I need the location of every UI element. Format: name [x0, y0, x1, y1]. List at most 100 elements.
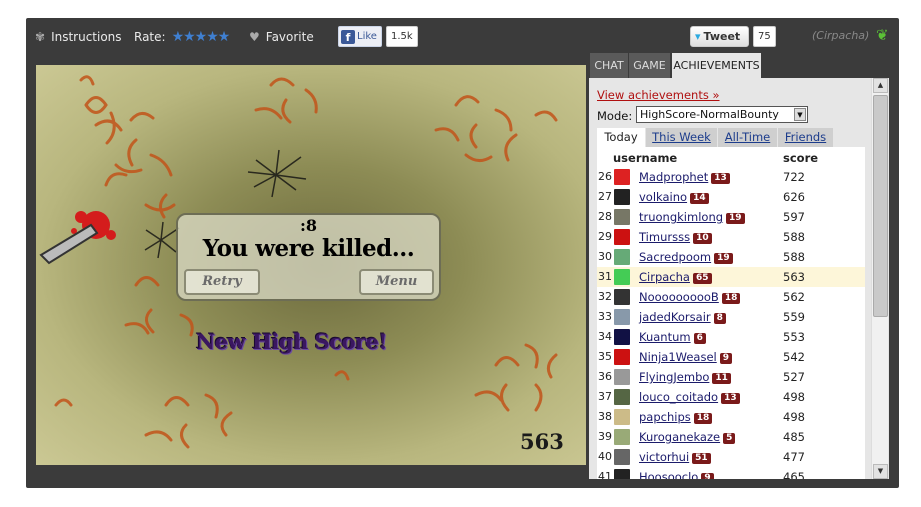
row-score: 588	[783, 250, 805, 264]
row-username-link[interactable]: jadedKorsair 8	[639, 310, 726, 324]
table-row: 26 Madprophet 13 722	[597, 167, 865, 187]
row-username-link[interactable]: Kuroganekaze 5	[639, 430, 736, 444]
row-username-link[interactable]: FlyingJembo 11	[639, 370, 731, 384]
level-badge: 51	[692, 453, 711, 464]
scroll-up-arrow-icon[interactable]: ▲	[873, 78, 888, 93]
avatar[interactable]	[614, 289, 630, 305]
row-username-link[interactable]: Cirpacha 65	[639, 270, 712, 284]
row-username-link[interactable]: volkaino 14	[639, 190, 709, 204]
score-display: 563	[520, 429, 564, 454]
avatar[interactable]	[614, 249, 630, 265]
row-username-link[interactable]: papchips 18	[639, 410, 713, 424]
tweet-button[interactable]: ▾ Tweet	[690, 26, 749, 47]
mode-select[interactable]: HighScore-NormalBounty ▼	[636, 106, 808, 123]
avatar[interactable]	[614, 469, 630, 479]
row-username-link[interactable]: Ninja1Weasel 9	[639, 350, 732, 364]
rate-label: Rate:	[134, 30, 166, 44]
leaderboard-tab-today[interactable]: Today	[597, 128, 645, 147]
instructions-icon: ✾	[35, 30, 46, 44]
avatar[interactable]	[614, 329, 630, 345]
heart-icon: ♥	[249, 30, 260, 44]
level-badge: 8	[713, 313, 726, 324]
avatar[interactable]	[614, 269, 630, 285]
row-username: Hoosooclo	[639, 470, 699, 479]
chevron-down-icon[interactable]: ▼	[794, 108, 806, 121]
tweet-count: 75	[753, 26, 776, 47]
menu-button[interactable]: Menu	[359, 269, 434, 295]
avatar[interactable]	[614, 449, 630, 465]
row-rank: 41	[598, 470, 612, 479]
tab-chat[interactable]: CHAT	[590, 53, 628, 78]
leaderboard-tab-this-week[interactable]: This Week	[646, 128, 717, 147]
dialog-counter: :8	[299, 216, 318, 235]
favorite-button[interactable]: ♥ Favorite	[249, 29, 314, 45]
avatar[interactable]	[614, 349, 630, 365]
avatar[interactable]	[614, 389, 630, 405]
avatar[interactable]	[614, 409, 630, 425]
view-achievements-link[interactable]: View achievements »	[597, 88, 720, 102]
row-score: 626	[783, 190, 805, 204]
rating-stars[interactable]: ★★★★★	[172, 29, 231, 45]
row-username-link[interactable]: NoooooooooB 18	[639, 290, 741, 304]
row-score: 465	[783, 470, 805, 479]
row-rank: 30	[598, 250, 612, 263]
row-username-link[interactable]: Timursss 10	[639, 230, 712, 244]
row-username-link[interactable]: Sacredpoom 19	[639, 250, 733, 264]
game-canvas[interactable]: :8 You were killed... Retry Menu New Hig…	[36, 65, 586, 465]
row-score: 498	[783, 410, 805, 424]
death-dialog: :8 You were killed... Retry Menu	[176, 213, 441, 301]
row-username: victorhui	[639, 450, 690, 464]
table-row: 28 truongkimlong 19 597	[597, 207, 865, 227]
row-rank: 32	[598, 290, 612, 303]
row-rank: 34	[598, 330, 612, 343]
row-username-link[interactable]: victorhui 51	[639, 450, 711, 464]
avatar[interactable]	[614, 309, 630, 325]
tab-achievements[interactable]: ACHIEVEMENTS	[672, 53, 761, 78]
leaderboard-tab-all-time[interactable]: All-Time	[718, 128, 777, 147]
row-username-link[interactable]: Madprophet 13	[639, 170, 730, 184]
row-username: Cirpacha	[639, 270, 690, 284]
tab-game[interactable]: GAME	[629, 53, 670, 78]
level-badge: 5	[723, 433, 736, 444]
rating-widget[interactable]: Rate: ★★★★★	[134, 29, 231, 45]
level-badge: 6	[693, 333, 706, 344]
row-username-link[interactable]: louco_coitado 13	[639, 390, 740, 404]
scrollbar-thumb[interactable]	[873, 95, 888, 317]
scroll-down-arrow-icon[interactable]: ▼	[873, 464, 888, 479]
row-username-link[interactable]: Kuantum 6	[639, 330, 706, 344]
row-score: 722	[783, 170, 805, 184]
avatar[interactable]	[614, 209, 630, 225]
current-user-name[interactable]: (Cirpacha)	[812, 29, 869, 42]
table-row: 33 jadedKorsair 8 559	[597, 307, 865, 327]
row-score: 559	[783, 310, 805, 324]
leaderboard-tab-friends[interactable]: Friends	[778, 128, 833, 147]
row-score: 498	[783, 390, 805, 404]
fb-like-label: Like	[357, 31, 377, 42]
level-badge: 9	[719, 353, 732, 364]
row-score: 477	[783, 450, 805, 464]
instructions-label: Instructions	[51, 30, 122, 44]
table-row: 35 Ninja1Weasel 9 542	[597, 347, 865, 367]
panel-scrollbar[interactable]: ▲ ▼	[871, 78, 888, 479]
row-username-link[interactable]: Hoosooclo 9	[639, 470, 714, 479]
avatar[interactable]	[614, 169, 630, 185]
level-badge: 14	[690, 193, 709, 204]
leaf-icon: ❦	[876, 26, 889, 44]
avatar[interactable]	[614, 229, 630, 245]
mode-label: Mode:	[597, 109, 633, 123]
avatar[interactable]	[614, 189, 630, 205]
avatar[interactable]	[614, 429, 630, 445]
row-username-link[interactable]: truongkimlong 19	[639, 210, 745, 224]
facebook-like-button[interactable]: f Like	[338, 26, 382, 47]
leaderboard-table: username score 26 Madprophet 13 722 27 volkai…	[597, 147, 865, 479]
row-rank: 26	[598, 170, 612, 183]
avatar[interactable]	[614, 369, 630, 385]
row-username: papchips	[639, 410, 691, 424]
instructions-link[interactable]: ✾ Instructions	[35, 29, 122, 45]
row-username: FlyingJembo	[639, 370, 710, 384]
table-row: 32 NoooooooooB 18 562	[597, 287, 865, 307]
row-rank: 35	[598, 350, 612, 363]
side-panel: CHAT GAME ACHIEVEMENTS View achievements…	[588, 53, 890, 479]
row-username: volkaino	[639, 190, 688, 204]
retry-button[interactable]: Retry	[184, 269, 260, 295]
